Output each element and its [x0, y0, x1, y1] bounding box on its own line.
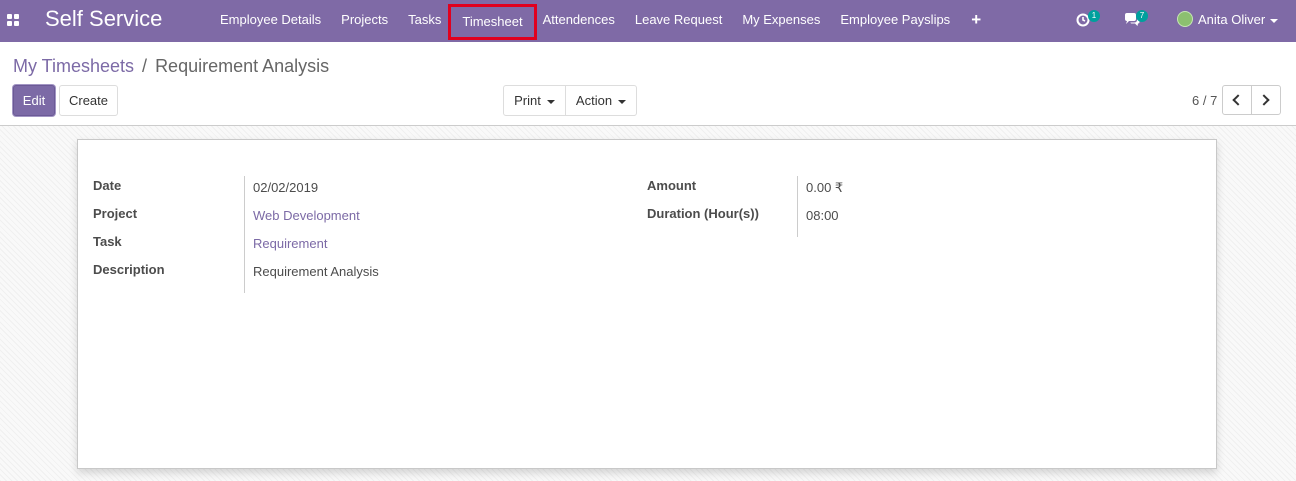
description-value: Requirement Analysis — [253, 264, 379, 279]
user-name: Anita Oliver — [1198, 12, 1279, 27]
description-label: Description — [93, 262, 165, 277]
project-label: Project — [93, 206, 138, 221]
pager-value[interactable]: 6 / 7 — [1192, 93, 1217, 108]
top-navbar: Self Service Employee Details Projects T… — [0, 0, 1296, 42]
project-link[interactable]: Web Development — [253, 208, 360, 223]
menu-attendences[interactable]: Attendences — [537, 0, 625, 42]
breadcrumb-separator: / — [142, 56, 148, 76]
duration-value: 08:00 — [806, 208, 839, 223]
amount-label: Amount — [647, 178, 697, 193]
date-label: Date — [93, 178, 122, 193]
edit-button[interactable]: Edit — [13, 85, 55, 116]
menu-projects[interactable]: Projects — [331, 0, 398, 42]
form-view-background: Date 02/02/2019 Project Web Development … — [0, 125, 1296, 481]
date-value: 02/02/2019 — [253, 180, 319, 195]
create-button[interactable]: Create — [59, 85, 118, 116]
duration-label: Duration (Hour(s)) — [647, 206, 759, 221]
print-dropdown-button[interactable]: Print — [503, 85, 566, 116]
breadcrumb: My Timesheets / Requirement Analysis — [13, 56, 329, 77]
user-menu[interactable]: Anita Oliver — [1177, 0, 1287, 42]
task-label: Task — [93, 234, 122, 249]
pager-previous-button[interactable] — [1222, 85, 1252, 115]
field-divider — [797, 176, 798, 237]
main-menu: Employee Details Projects Tasks Timeshee… — [210, 0, 992, 42]
plus-icon[interactable]: + — [960, 0, 992, 42]
chevron-right-icon — [1258, 94, 1270, 106]
chevron-down-icon — [546, 99, 555, 104]
messages-count-badge: 7 — [1136, 10, 1148, 22]
pager-next-button[interactable] — [1251, 85, 1281, 115]
menu-timesheet[interactable]: Timesheet — [448, 4, 537, 40]
messaging-menu[interactable]: 7 — [1124, 0, 1154, 42]
task-link[interactable]: Requirement — [253, 236, 327, 251]
app-brand: Self Service — [45, 6, 163, 31]
chevron-down-icon — [618, 99, 627, 104]
amount-value: 0.00 ₹ — [806, 180, 844, 195]
breadcrumb-my-timesheets[interactable]: My Timesheets — [13, 56, 134, 76]
action-dropdown-button[interactable]: Action — [565, 85, 637, 116]
apps-menu-icon[interactable] — [7, 14, 20, 26]
breadcrumb-current: Requirement Analysis — [155, 56, 330, 76]
form-sheet: Date 02/02/2019 Project Web Development … — [77, 139, 1217, 469]
menu-employee-payslips[interactable]: Employee Payslips — [830, 0, 960, 42]
menu-leave-request[interactable]: Leave Request — [625, 0, 732, 42]
field-divider — [244, 176, 245, 293]
menu-tasks[interactable]: Tasks — [398, 0, 448, 42]
activity-menu[interactable]: 1 — [1076, 0, 1106, 42]
menu-employee-details[interactable]: Employee Details — [210, 0, 331, 42]
chevron-down-icon — [1270, 18, 1279, 23]
avatar — [1177, 11, 1193, 27]
chevron-left-icon — [1232, 94, 1244, 106]
activity-count-badge: 1 — [1088, 10, 1100, 22]
menu-my-expenses[interactable]: My Expenses — [732, 0, 830, 42]
